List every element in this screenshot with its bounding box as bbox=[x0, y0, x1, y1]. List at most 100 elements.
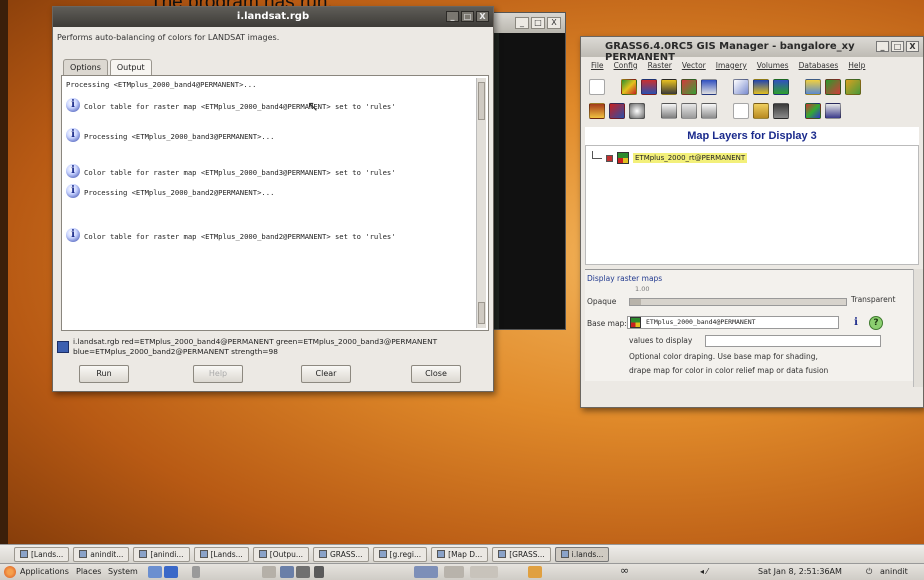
gis-minimize-button[interactable]: _ bbox=[876, 41, 889, 52]
options-scrollbar[interactable] bbox=[913, 269, 923, 387]
terminal-maximize-button[interactable]: □ bbox=[531, 17, 545, 29]
output-scrollbar[interactable] bbox=[476, 78, 486, 328]
window-icon bbox=[199, 550, 208, 558]
menu-bar: File Config Raster Vector Imagery Volume… bbox=[581, 57, 923, 73]
terminal-close-button[interactable]: X bbox=[547, 17, 561, 29]
add-rgb-icon[interactable] bbox=[641, 79, 657, 95]
places-menu[interactable]: Places bbox=[76, 567, 101, 576]
task-item[interactable]: GRASS... bbox=[313, 546, 369, 562]
task-item[interactable]: [Outpu... bbox=[252, 546, 309, 562]
menu-volumes[interactable]: Volumes bbox=[757, 61, 789, 70]
minimize-button[interactable]: _ bbox=[446, 11, 459, 22]
applications-menu[interactable]: Applications bbox=[20, 567, 69, 576]
add-raster-group-icon[interactable] bbox=[681, 79, 697, 95]
add-vector-icon[interactable] bbox=[733, 79, 749, 95]
values-input[interactable] bbox=[705, 335, 881, 347]
paste-icon[interactable] bbox=[681, 103, 697, 119]
menu-config[interactable]: Config bbox=[614, 61, 638, 70]
launcher-icon[interactable] bbox=[148, 566, 162, 578]
launcher-icon[interactable] bbox=[296, 566, 310, 578]
tree-connector bbox=[592, 151, 602, 159]
save-icon[interactable] bbox=[773, 103, 789, 119]
clock[interactable]: Sat Jan 8, 2:51:36AM bbox=[758, 567, 842, 576]
cut-icon[interactable] bbox=[701, 103, 717, 119]
menu-databases[interactable]: Databases bbox=[799, 61, 839, 70]
tab-options[interactable]: Options bbox=[63, 59, 108, 75]
new-file-icon[interactable] bbox=[733, 103, 749, 119]
add-overlay-icon[interactable] bbox=[845, 79, 861, 95]
gis-close-button[interactable]: X bbox=[906, 41, 919, 52]
run-button[interactable]: Run bbox=[79, 365, 129, 383]
digitize-icon[interactable] bbox=[589, 103, 605, 119]
gis-titlebar[interactable]: GRASS6.4.0RC5 GIS Manager - bangalore_xy… bbox=[581, 37, 923, 63]
copy-icon[interactable] bbox=[661, 103, 677, 119]
text-editor-icon[interactable] bbox=[192, 566, 200, 578]
task-item[interactable]: [Map D... bbox=[431, 546, 489, 562]
add-grid-icon[interactable] bbox=[805, 79, 821, 95]
opacity-slider-handle[interactable] bbox=[630, 299, 641, 305]
terminal-window[interactable]: _ □ X bbox=[488, 12, 566, 330]
volume-icon[interactable]: ◂ ⁄ bbox=[700, 567, 708, 576]
task-item[interactable]: [GRASS... bbox=[492, 546, 551, 562]
base-map-input[interactable]: ETMplus_2000_band4@PERMANENT bbox=[627, 316, 839, 329]
task-item[interactable]: [g.regi... bbox=[372, 546, 428, 562]
terminal-titlebar[interactable]: _ □ X bbox=[489, 13, 565, 33]
add-legend-icon[interactable] bbox=[701, 79, 717, 95]
raster-select-icon[interactable] bbox=[630, 317, 641, 328]
menu-help[interactable]: Help bbox=[848, 61, 865, 70]
task-item[interactable]: [Lands... bbox=[14, 546, 70, 562]
workspace-switcher[interactable] bbox=[444, 566, 464, 578]
terminal-body[interactable] bbox=[499, 33, 565, 329]
task-item[interactable]: anindit... bbox=[73, 546, 130, 562]
launcher-icon[interactable] bbox=[314, 566, 324, 578]
add-shaded-relief-icon[interactable] bbox=[661, 79, 677, 95]
landsat-titlebar[interactable]: i.landsat.rgb _ □ X bbox=[53, 7, 493, 27]
help-button[interactable]: Help bbox=[193, 365, 243, 383]
launcher-icon[interactable] bbox=[280, 566, 294, 578]
user-menu[interactable]: anindit bbox=[880, 567, 908, 576]
workspace-switcher[interactable] bbox=[414, 566, 438, 578]
task-label: anindit... bbox=[90, 549, 124, 559]
power-icon[interactable]: ⏻ bbox=[866, 567, 872, 577]
new-display-icon[interactable] bbox=[589, 79, 605, 95]
workspace-switcher[interactable] bbox=[470, 566, 498, 578]
maximize-button[interactable]: □ bbox=[461, 11, 474, 22]
open-file-icon[interactable] bbox=[753, 103, 769, 119]
menu-file[interactable]: File bbox=[591, 61, 604, 70]
gis-maximize-button[interactable]: □ bbox=[891, 41, 904, 52]
add-labels-icon[interactable] bbox=[825, 79, 841, 95]
close-button[interactable]: Close bbox=[411, 365, 461, 383]
layer-name[interactable]: ETMplus_2000_rt@PERMANENT bbox=[633, 153, 748, 163]
system-menu[interactable]: System bbox=[108, 567, 138, 576]
layer-row[interactable]: ETMplus_2000_rt@PERMANENT bbox=[592, 151, 748, 164]
help-launcher-icon[interactable] bbox=[164, 566, 178, 578]
nviz-icon[interactable] bbox=[609, 103, 625, 119]
add-raster-icon[interactable] bbox=[621, 79, 637, 95]
menu-imagery[interactable]: Imagery bbox=[716, 61, 747, 70]
notification-icon[interactable] bbox=[528, 566, 542, 578]
layer-tree[interactable]: ETMplus_2000_rt@PERMANENT bbox=[585, 145, 919, 265]
opacity-slider[interactable] bbox=[629, 298, 847, 306]
task-item[interactable]: [Lands... bbox=[193, 546, 249, 562]
menu-vector[interactable]: Vector bbox=[682, 61, 706, 70]
add-thematic-icon[interactable] bbox=[753, 79, 769, 95]
cartographic-composer-icon[interactable] bbox=[805, 103, 821, 119]
task-item[interactable]: [anindi... bbox=[133, 546, 190, 562]
scrollbar-thumb[interactable] bbox=[478, 82, 485, 120]
info-button[interactable]: i bbox=[849, 316, 863, 330]
launcher-icon[interactable] bbox=[262, 566, 276, 578]
ps-print-icon[interactable] bbox=[825, 103, 841, 119]
tab-output[interactable]: Output bbox=[109, 59, 152, 75]
task-item-active[interactable]: i.lands... bbox=[554, 546, 610, 562]
output-pane[interactable]: Processing <ETMplus_2000_band4@PERMANENT… bbox=[61, 75, 489, 331]
terminal-minimize-button[interactable]: _ bbox=[515, 17, 529, 29]
layer-checkbox[interactable] bbox=[606, 154, 613, 162]
clear-button[interactable]: Clear bbox=[301, 365, 351, 383]
close-window-button[interactable]: X bbox=[476, 11, 489, 22]
info-icon: i bbox=[66, 128, 80, 142]
add-chart-icon[interactable] bbox=[773, 79, 789, 95]
scrollbar-arrow[interactable] bbox=[478, 302, 485, 324]
help-icon[interactable]: ? bbox=[869, 316, 883, 330]
menu-raster[interactable]: Raster bbox=[648, 61, 672, 70]
cmd-icon[interactable] bbox=[629, 103, 645, 119]
